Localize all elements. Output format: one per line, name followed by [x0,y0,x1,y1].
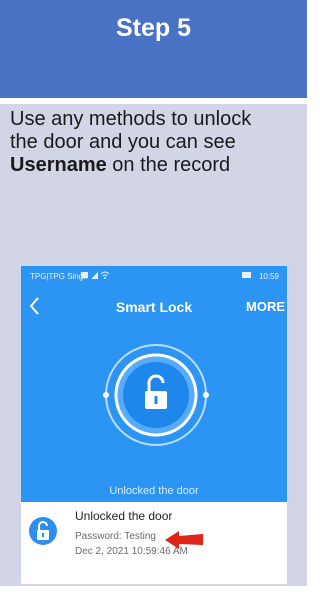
unlock-record-item[interactable]: Unlocked the door Password: Testing Dec … [21,502,287,584]
status-bar: TPG|TPG Sing.. 10:59 [21,266,287,286]
app-nav-bar: Smart Lock MORE [21,290,287,324]
status-time: 10:59 [258,272,279,281]
status-carrier: TPG|TPG Sing.. [30,272,88,281]
padlock-icon [29,517,57,545]
instruction-text: Use any methods to unlock the door and y… [10,108,305,177]
step-header: Step 5 [0,0,307,98]
signal-icon [81,272,98,279]
record-password: Password: Testing [75,531,156,542]
phone-screenshot: TPG|TPG Sing.. 10:59 Smart Lock MORE Unl… [21,266,287,584]
instruction-bold: Username [10,154,107,176]
instruction-line-1: Use any methods to unlock [10,108,252,130]
unlock-icon[interactable] [101,340,211,450]
more-button[interactable]: MORE [246,299,285,314]
record-title: Unlocked the door [75,509,173,523]
battery-icon [242,272,251,278]
wifi-icon [100,271,110,279]
step-title: Step 5 [115,14,192,42]
instruction-line-2: the door and you can see [10,131,236,153]
instruction-rest: on the record [106,154,231,176]
arrow-icon [165,531,203,549]
lock-status-caption: Unlocked the door [109,485,199,497]
